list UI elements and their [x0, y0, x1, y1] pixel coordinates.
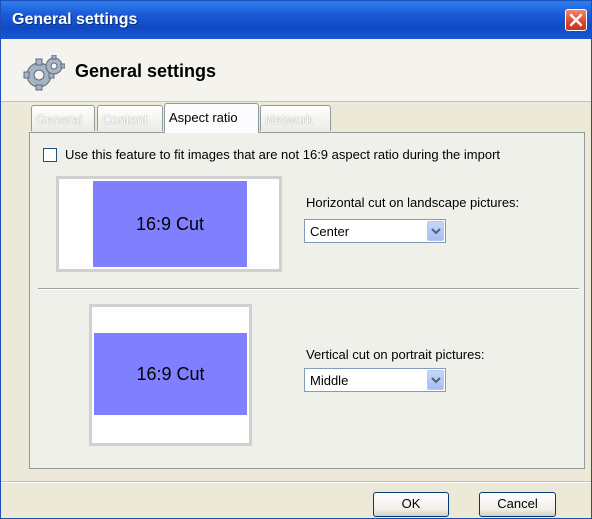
portrait-cut-label: 16:9 Cut: [136, 364, 205, 384]
dropdown-arrow-icon: [431, 377, 441, 384]
close-icon: [569, 13, 583, 27]
portrait-preview: 16:9 Cut: [89, 304, 252, 446]
cancel-button-label: Cancel: [497, 496, 538, 511]
ok-button-label: OK: [401, 496, 421, 511]
vertical-cut-value: Middle: [310, 373, 349, 388]
section-divider: [38, 288, 579, 290]
footer-separator: [1, 481, 591, 483]
portrait-cut-area: 16:9 Cut: [94, 333, 247, 415]
ok-button[interactable]: OK: [373, 492, 449, 517]
horizontal-cut-label: Horizontal cut on landscape pictures:: [306, 195, 520, 210]
tab-network[interactable]: Network: [260, 105, 331, 131]
tab-content[interactable]: Content: [97, 105, 163, 131]
chevron-down-icon[interactable]: [427, 221, 444, 241]
cancel-button[interactable]: Cancel: [479, 492, 556, 517]
window-title: General settings: [12, 11, 138, 28]
gears-icon: [23, 55, 65, 91]
tab-aspect-ratio[interactable]: Aspect ratio: [164, 103, 259, 133]
fit-images-checkbox[interactable]: [43, 148, 57, 162]
close-button[interactable]: [565, 9, 587, 31]
tab-label: General: [36, 112, 83, 127]
horizontal-cut-value: Center: [310, 224, 350, 239]
tab-label: Aspect ratio: [169, 110, 238, 125]
tab-general[interactable]: General: [31, 105, 95, 131]
horizontal-cut-select[interactable]: Center: [304, 219, 446, 243]
settings-window: General settings General settings Genera…: [0, 0, 592, 519]
dropdown-arrow-icon: [431, 228, 441, 235]
title-bar[interactable]: General settings: [1, 1, 591, 39]
header-title: General settings: [75, 61, 217, 81]
vertical-cut-select[interactable]: Middle: [304, 368, 446, 392]
landscape-cut-label: 16:9 Cut: [135, 214, 205, 234]
tab-label: Content: [102, 112, 148, 127]
landscape-cut-area: 16:9 Cut: [93, 181, 247, 267]
landscape-preview: 16:9 Cut: [56, 176, 282, 272]
fit-images-checkbox-label[interactable]: Use this feature to fit images that are …: [65, 147, 500, 162]
dialog-header: General settings: [1, 39, 591, 102]
chevron-down-icon[interactable]: [427, 370, 444, 390]
tab-label: Network: [265, 112, 313, 127]
vertical-cut-label: Vertical cut on portrait pictures:: [306, 347, 485, 362]
